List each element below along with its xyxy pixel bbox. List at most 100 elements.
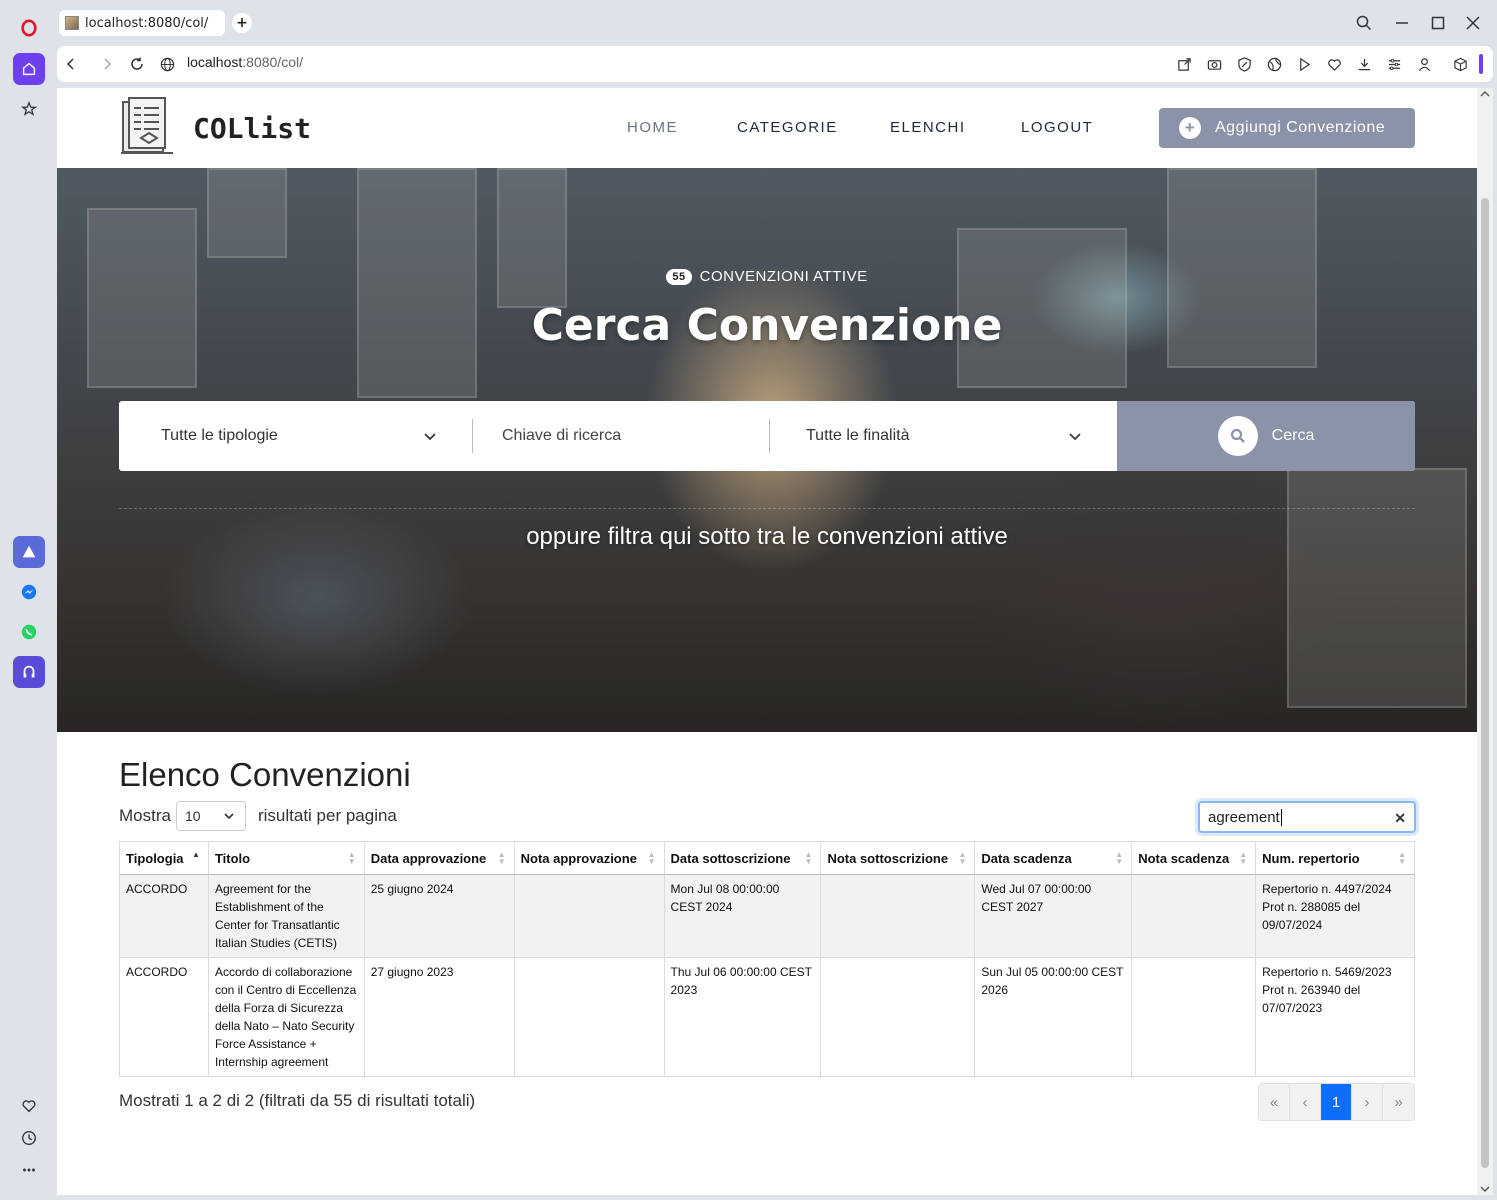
site-name[interactable]: COLlist xyxy=(193,112,311,145)
vpn-globe-icon[interactable] xyxy=(1265,55,1283,73)
opera-logo-icon[interactable] xyxy=(13,12,45,44)
column-label: Data scadenza xyxy=(981,850,1072,866)
cell-num-repertorio: Repertorio n. 5469/2023 Prot n. 263940 d… xyxy=(1255,957,1415,1077)
history-clock-icon[interactable] xyxy=(13,1122,45,1154)
url-field[interactable]: localhost:8080/col/ xyxy=(187,54,303,70)
page-1-button[interactable]: 1 xyxy=(1321,1084,1352,1120)
page-previous-button[interactable]: ‹ xyxy=(1290,1084,1321,1120)
table-filter-input[interactable]: agreement ✕ xyxy=(1198,801,1416,833)
plus-circle-icon: + xyxy=(1179,117,1201,139)
chevron-down-icon xyxy=(224,813,234,820)
scroll-up-arrow-icon[interactable] xyxy=(1480,90,1490,98)
reload-icon[interactable] xyxy=(128,55,146,73)
player-play-icon[interactable] xyxy=(1295,55,1313,73)
share-icon[interactable] xyxy=(1175,55,1193,73)
table-info: Mostrati 1 a 2 di 2 (filtrati da 55 di r… xyxy=(119,1091,476,1110)
hero-banner: 55 CONVENZIONI ATTIVE Cerca Convenzione … xyxy=(57,168,1477,732)
cell-nota-approvazione xyxy=(513,957,665,1077)
per-page-select[interactable]: 10 xyxy=(175,801,246,831)
minimize-icon[interactable] xyxy=(1393,14,1411,32)
cell-data-approvazione: 27 giugno 2023 xyxy=(363,957,515,1077)
favicon-icon xyxy=(65,16,79,30)
back-icon[interactable] xyxy=(62,55,80,73)
extensions-cube-icon[interactable] xyxy=(1451,55,1469,73)
browser-tab[interactable]: localhost:8080/col/ xyxy=(59,10,225,36)
site-info-globe-icon[interactable] xyxy=(158,55,176,73)
download-icon[interactable] xyxy=(1355,55,1373,73)
page-first-button[interactable]: « xyxy=(1259,1084,1290,1120)
table-row[interactable]: ACCORDO Agreement for the Establishment … xyxy=(119,874,1415,958)
chevron-down-icon xyxy=(1069,433,1081,441)
cell-data-approvazione: 25 giugno 2024 xyxy=(363,874,515,958)
forward-icon[interactable] xyxy=(98,55,116,73)
favorite-heart-icon[interactable] xyxy=(1325,55,1343,73)
bookmarks-star-icon[interactable] xyxy=(13,93,45,125)
home-icon[interactable] xyxy=(13,53,45,85)
colist-logo-icon[interactable] xyxy=(119,96,175,156)
column-header-titolo[interactable]: Titolo ▲ ▼ xyxy=(207,841,365,875)
search-icon xyxy=(1217,416,1258,456)
add-convention-button[interactable]: + Aggiungi Convenzione xyxy=(1159,108,1415,148)
sort-icon: ▲ ▼ xyxy=(1115,850,1124,866)
adblock-shield-icon[interactable] xyxy=(1235,55,1253,73)
active-count: 55 xyxy=(666,268,692,285)
whatsapp-icon[interactable] xyxy=(13,616,45,648)
column-header-num-repertorio[interactable]: Num. repertorio ▲ ▼ xyxy=(1255,841,1415,875)
sort-icon: ▲ ▼ xyxy=(1239,850,1248,866)
add-convention-label: Aggiungi Convenzione xyxy=(1215,119,1386,136)
nav-elenchi[interactable]: ELENCHI xyxy=(890,119,966,136)
page-scrollbar[interactable] xyxy=(1477,88,1493,1195)
cell-titolo: Accordo di collaborazione con il Centro … xyxy=(207,957,365,1077)
type-select-value: Tutte le tipologie xyxy=(161,427,278,444)
active-conventions-badge: 55 CONVENZIONI ATTIVE xyxy=(57,268,1477,285)
column-header-data-scadenza[interactable]: Data scadenza ▲ ▼ xyxy=(974,841,1133,875)
search-tabs-icon[interactable] xyxy=(1355,14,1373,32)
column-label: Num. repertorio xyxy=(1262,850,1360,866)
music-player-icon[interactable] xyxy=(13,656,45,688)
cell-num-repertorio: Repertorio n. 4497/2024 Prot n. 288085 d… xyxy=(1255,874,1415,958)
column-header-nota-approvazione[interactable]: Nota approvazione ▲ ▼ xyxy=(513,841,665,875)
sidebar-toggle-indicator[interactable] xyxy=(1479,54,1483,74)
easy-setup-icon[interactable] xyxy=(1385,55,1403,73)
column-header-data-sottoscrizione[interactable]: Data sottoscrizione ▲ ▼ xyxy=(663,841,822,875)
page-next-button[interactable]: › xyxy=(1352,1084,1383,1120)
aria-icon[interactable] xyxy=(13,536,45,568)
table-row[interactable]: ACCORDO Accordo di collaborazione con il… xyxy=(119,957,1415,1077)
camera-icon[interactable] xyxy=(1205,55,1223,73)
nav-logout[interactable]: LOGOUT xyxy=(1021,119,1093,136)
search-button[interactable]: Cerca xyxy=(1117,401,1415,471)
more-dots-icon[interactable] xyxy=(13,1154,45,1186)
purpose-select[interactable]: Tutte le finalità xyxy=(806,401,1106,471)
filter-value: agreement xyxy=(1208,808,1280,826)
messenger-icon[interactable] xyxy=(13,576,45,608)
column-header-tipologia[interactable]: Tipologia ▲ xyxy=(119,841,209,875)
type-select[interactable]: Tutte le tipologie xyxy=(161,401,471,471)
nav-home[interactable]: HOME xyxy=(627,119,678,136)
per-page-value: 10 xyxy=(184,808,201,824)
column-header-nota-sottoscrizione[interactable]: Nota sottoscrizione ▲ ▼ xyxy=(820,841,976,875)
column-label: Tipologia xyxy=(126,850,184,866)
active-label: CONVENZIONI ATTIVE xyxy=(699,268,868,285)
clear-filter-icon[interactable]: ✕ xyxy=(1394,810,1406,827)
keyword-input[interactable]: Chiave di ricerca xyxy=(502,401,762,471)
cell-tipologia: ACCORDO xyxy=(119,874,209,958)
column-header-nota-scadenza[interactable]: Nota scadenza ▲ ▼ xyxy=(1131,841,1257,875)
show-prefix: Mostra xyxy=(119,806,171,825)
maximize-icon[interactable] xyxy=(1429,14,1447,32)
cell-nota-approvazione xyxy=(513,874,665,958)
nav-categorie[interactable]: CATEGORIE xyxy=(737,119,838,136)
pagination: « ‹ 1 › » xyxy=(1258,1083,1415,1121)
heart-icon[interactable] xyxy=(13,1090,45,1122)
column-label: Nota approvazione xyxy=(520,850,637,866)
page-length-control: Mostra 10 risultati per pagina xyxy=(119,801,397,831)
column-header-data-approvazione[interactable]: Data approvazione ▲ ▼ xyxy=(363,841,515,875)
page-last-button[interactable]: » xyxy=(1383,1084,1414,1120)
scroll-down-arrow-icon[interactable] xyxy=(1480,1185,1490,1193)
scrollbar-thumb[interactable] xyxy=(1481,198,1489,1168)
cell-titolo: Agreement for the Establishment of the C… xyxy=(207,874,365,958)
profile-icon[interactable] xyxy=(1415,55,1433,73)
new-tab-button[interactable]: + xyxy=(232,13,252,33)
close-window-icon[interactable] xyxy=(1464,14,1482,32)
page-viewport: COLlist HOME CATEGORIE ELENCHI LOGOUT + … xyxy=(57,88,1477,1195)
column-label: Titolo xyxy=(214,850,251,866)
